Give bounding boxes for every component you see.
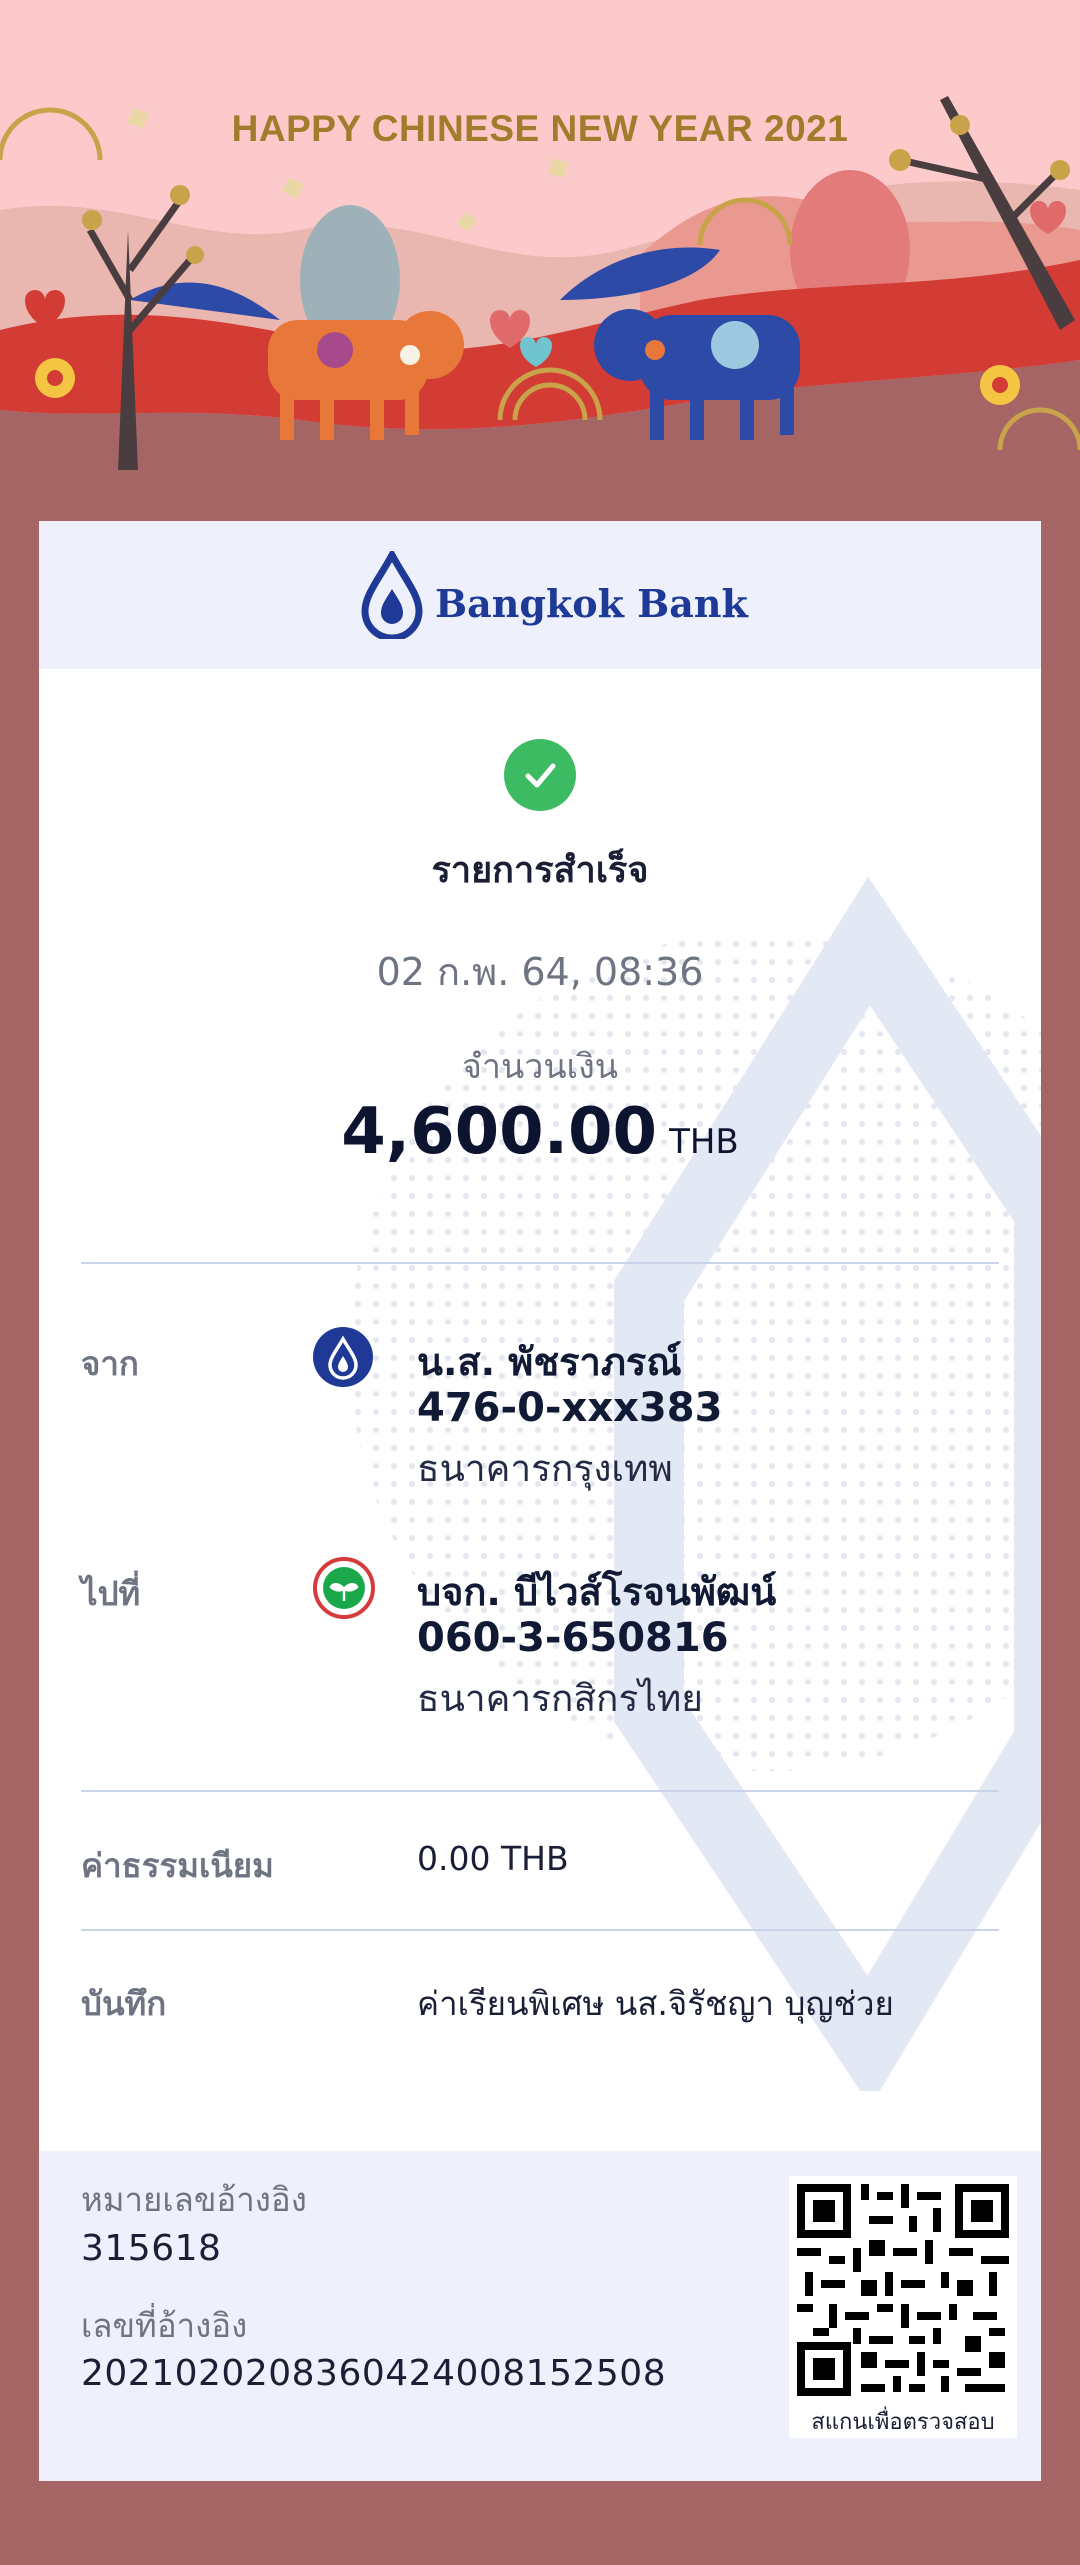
reference-number-label: หมายเลขอ้างอิง xyxy=(81,2180,307,2219)
from-bank-name: ธนาคารกรุงเทพ xyxy=(417,1447,673,1490)
from-account-number: 476-0-xxx383 xyxy=(417,1385,723,1431)
from-label: จาก xyxy=(81,1344,139,1383)
kasikorn-bank-icon xyxy=(313,1557,375,1619)
bank-name: Bangkok Bank xyxy=(435,581,748,626)
to-bank-name: ธนาคารกสิกรไทย xyxy=(417,1677,703,1720)
transfer-receipt-card: Bangkok Bank รายการสำเร็จ 02 ก.พ. 64, 08… xyxy=(39,521,1041,2481)
to-account-number: 060-3-650816 xyxy=(417,1615,729,1661)
divider xyxy=(81,1790,999,1792)
transaction-ref-label: เลขที่อ้างอิง xyxy=(81,2306,248,2345)
banner-title: HAPPY CHINESE NEW YEAR 2021 xyxy=(231,108,849,149)
to-label: ไปที่ xyxy=(81,1574,141,1613)
from-account-block: น.ส. พัชราภรณ์ 476-0-xxx383 ธนาคารกรุงเท… xyxy=(417,1331,722,1498)
fee-value: 0.00 THB xyxy=(417,1839,569,1878)
amount-value: 4,600.00 xyxy=(341,1095,658,1169)
memo-label: บันทึก xyxy=(81,1984,167,2023)
qr-code-panel[interactable]: สแกนเพื่อตรวจสอบ xyxy=(789,2176,1017,2438)
bangkok-bank-icon xyxy=(313,1327,373,1387)
amount-label: จำนวนเงิน xyxy=(461,1047,619,1087)
bank-header: Bangkok Bank xyxy=(39,521,1041,669)
reference-footer: หมายเลขอ้างอิง 315618 เลขที่อ้างอิง 2021… xyxy=(39,2151,1041,2481)
amount-currency: THB xyxy=(669,1122,739,1162)
divider xyxy=(81,1929,999,1931)
fee-label: ค่าธรรมเนียม xyxy=(81,1846,274,1885)
qr-caption: สแกนเพื่อตรวจสอบ xyxy=(811,2410,995,2435)
new-year-banner: HAPPY CHINESE NEW YEAR 2021 xyxy=(0,0,1080,520)
to-account-block: บจก. บีไวส์โรจนพัฒน์ 060-3-650816 ธนาคาร… xyxy=(417,1561,776,1728)
memo-value: ค่าเรียนพิเศษ นส.จิรัชญา บุญช่วย xyxy=(417,1984,894,2023)
amount-row: 4,600.00 THB xyxy=(39,1095,1041,1169)
from-account-name: น.ส. พัชราภรณ์ xyxy=(417,1340,682,1384)
divider xyxy=(81,1262,999,1264)
to-account-name: บจก. บีไวส์โรจนพัฒน์ xyxy=(417,1570,777,1614)
bangkok-bank-logo-icon xyxy=(361,551,423,639)
success-check-icon xyxy=(504,739,576,811)
reference-number-value: 315618 xyxy=(81,2228,222,2269)
new-year-illustration xyxy=(0,0,1080,520)
transaction-ref-value: 2021020208360424008152508 xyxy=(81,2353,667,2394)
qr-code-icon xyxy=(789,2176,1017,2404)
transaction-status: รายการสำเร็จ xyxy=(431,850,649,891)
transaction-datetime: 02 ก.พ. 64, 08:36 xyxy=(376,950,704,994)
